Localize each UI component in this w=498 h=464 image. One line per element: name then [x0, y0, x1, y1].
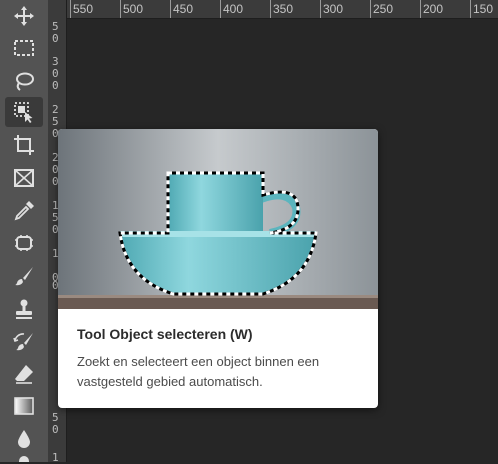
eyedropper-icon	[14, 201, 34, 221]
more-tools-peek	[19, 456, 29, 462]
move-tool[interactable]	[5, 1, 43, 31]
move-icon	[14, 6, 34, 26]
ruler-label: 500	[123, 2, 144, 16]
ruler-digit: 3	[52, 55, 59, 68]
ruler-tick	[270, 0, 271, 18]
drop-icon	[18, 430, 30, 448]
frame-icon	[14, 169, 34, 187]
ruler-tick	[470, 0, 471, 18]
ruler-label: 550	[73, 2, 94, 16]
brush-icon	[15, 267, 33, 286]
ruler-label: 400	[223, 2, 244, 16]
ruler-digit: 0	[52, 79, 59, 92]
spot-healing-tool[interactable]	[5, 228, 43, 258]
ruler-digit: 5	[52, 411, 59, 424]
ruler-digit: 5	[52, 115, 59, 128]
tooltip-description: Zoekt en selecteert een object binnen ee…	[77, 354, 320, 389]
history-brush-tool[interactable]	[5, 327, 43, 357]
ruler-label: 250	[373, 2, 394, 16]
ruler-label: 150	[473, 2, 494, 16]
ruler-tick	[220, 0, 221, 18]
tool-tooltip: Tool Object selecteren (W) Zoekt en sele…	[58, 129, 378, 408]
gradient-tool[interactable]	[5, 391, 43, 421]
ruler-label: 200	[423, 2, 444, 16]
object-selection-icon	[14, 102, 33, 123]
brush-tool[interactable]	[5, 261, 43, 291]
frame-tool[interactable]	[5, 163, 43, 193]
object-selection-tool[interactable]	[5, 97, 43, 127]
ruler-digit: 0	[52, 67, 59, 80]
ruler-tick	[420, 0, 421, 18]
blur-tool[interactable]	[5, 424, 43, 454]
tooltip-preview-image	[58, 129, 378, 309]
eraser-icon	[15, 365, 33, 384]
ruler-digit: 5	[52, 20, 59, 33]
ruler-tick	[170, 0, 171, 18]
ruler-label: 450	[173, 2, 194, 16]
tooltip-title: Tool Object selecteren (W)	[77, 326, 253, 342]
ruler-tick	[370, 0, 371, 18]
ruler-tick	[120, 0, 121, 18]
rectangular-marquee-tool[interactable]	[5, 33, 43, 63]
stamp-icon	[16, 299, 32, 319]
ruler-tick	[320, 0, 321, 18]
eyedropper-tool[interactable]	[5, 196, 43, 226]
ruler-digit: 2	[52, 103, 59, 116]
horizontal-ruler: 550 500 450 400 350 300 250 200 150	[67, 0, 498, 19]
lasso-icon	[16, 72, 34, 91]
ruler-digit: 0	[52, 32, 59, 45]
tools-panel	[0, 0, 48, 462]
ruler-label: 350	[273, 2, 294, 16]
clone-stamp-tool[interactable]	[5, 294, 43, 324]
lasso-tool[interactable]	[5, 66, 43, 96]
ruler-tick	[70, 0, 71, 18]
ruler-label: 300	[323, 2, 344, 16]
healing-patch-icon	[15, 235, 33, 251]
gradient-icon	[14, 397, 34, 415]
history-brush-icon	[13, 333, 33, 351]
eraser-tool[interactable]	[5, 359, 43, 389]
ruler-digit: 0	[52, 423, 59, 436]
ruler-digit: 1	[52, 451, 59, 464]
crop-icon	[14, 135, 34, 155]
marquee-icon	[14, 40, 34, 56]
crop-tool[interactable]	[5, 130, 43, 160]
